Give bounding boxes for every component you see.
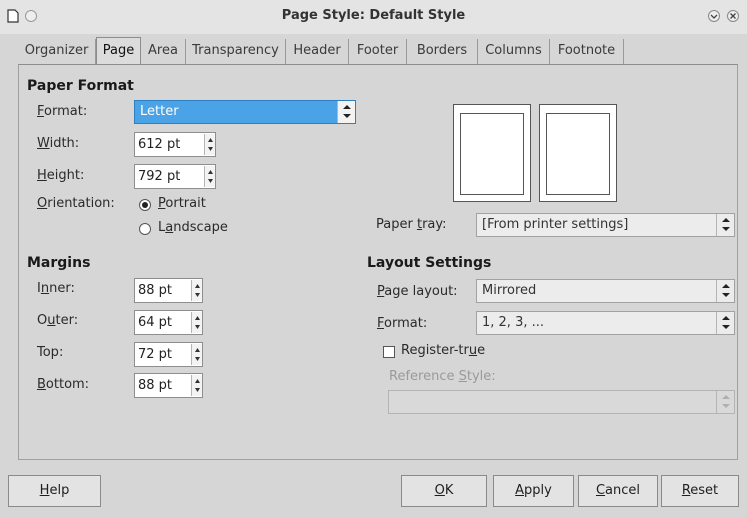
inner-label: Inner: <box>37 281 75 296</box>
tab-footnote[interactable]: Footnote <box>550 39 624 65</box>
format-label: Format: <box>37 104 88 119</box>
updown-arrow-icon <box>716 214 734 236</box>
updown-arrow-icon <box>716 391 734 413</box>
width-label: Width: <box>37 136 80 151</box>
window-title: Page Style: Default Style <box>281 8 466 23</box>
page-layout-value: Mirrored <box>482 283 537 298</box>
page-preview-left <box>453 104 531 202</box>
landscape-radio[interactable] <box>139 223 151 235</box>
format-dropdown[interactable]: Letter <box>134 100 356 124</box>
tab-header[interactable]: Header <box>286 39 349 65</box>
page-layout-label: Page layout: <box>377 284 458 299</box>
margins-heading: Margins <box>27 255 91 271</box>
tab-area[interactable]: Area <box>141 39 186 65</box>
spin-arrows-icon[interactable] <box>191 375 202 396</box>
spin-arrows-icon[interactable] <box>191 280 202 301</box>
reference-style-dropdown[interactable] <box>388 390 735 414</box>
width-value: 612 pt <box>138 137 181 152</box>
top-label: Top: <box>37 345 64 360</box>
layout-settings-heading: Layout Settings <box>367 255 492 271</box>
layout-format-label: Format: <box>377 316 428 331</box>
inner-spinbox[interactable]: 88 pt <box>134 278 203 303</box>
paper-tray-value: [From printer settings] <box>482 217 629 232</box>
updown-arrow-icon <box>716 312 734 334</box>
top-spinbox[interactable]: 72 pt <box>134 342 203 367</box>
updown-arrow-icon <box>337 101 355 123</box>
tab-columns[interactable]: Columns <box>478 39 550 65</box>
apply-button[interactable]: Apply <box>493 475 574 507</box>
width-spinbox[interactable]: 612 pt <box>134 132 216 157</box>
page-preview-right <box>539 104 617 202</box>
portrait-radio[interactable] <box>139 199 151 211</box>
ok-button[interactable]: OK <box>401 475 487 507</box>
spin-arrows-icon[interactable] <box>204 134 215 155</box>
inner-value: 88 pt <box>138 283 173 298</box>
format-value: Letter <box>140 104 179 119</box>
tab-borders[interactable]: Borders <box>407 39 478 65</box>
register-true-label[interactable]: Register-true <box>401 343 485 358</box>
outer-spinbox[interactable]: 64 pt <box>134 310 203 335</box>
top-value: 72 pt <box>138 347 173 362</box>
numbering-format-dropdown[interactable]: 1, 2, 3, ... <box>476 311 735 335</box>
reference-style-label: Reference Style: <box>389 369 496 384</box>
tab-transparency[interactable]: Transparency <box>186 39 286 65</box>
numbering-format-value: 1, 2, 3, ... <box>482 315 545 330</box>
page-layout-dropdown[interactable]: Mirrored <box>476 279 735 303</box>
orientation-label: Orientation: <box>37 196 115 211</box>
paper-tray-dropdown[interactable]: [From printer settings] <box>476 213 735 237</box>
minimize-icon[interactable] <box>707 9 721 23</box>
help-button[interactable]: Help <box>8 475 101 507</box>
tab-page[interactable]: Page <box>96 37 141 65</box>
close-icon[interactable] <box>726 9 740 23</box>
paper-format-heading: Paper Format <box>27 78 134 94</box>
cancel-button[interactable]: Cancel <box>578 475 658 507</box>
spin-arrows-icon[interactable] <box>204 166 215 187</box>
outer-label: Outer: <box>37 313 79 328</box>
height-label: Height: <box>37 168 85 183</box>
landscape-label[interactable]: Landscape <box>158 220 228 235</box>
register-true-checkbox[interactable] <box>383 346 395 358</box>
height-spinbox[interactable]: 792 pt <box>134 164 216 189</box>
tab-footer[interactable]: Footer <box>349 39 407 65</box>
paper-tray-label: Paper tray: <box>376 217 447 232</box>
tab-organizer[interactable]: Organizer <box>18 39 96 65</box>
bottom-label: Bottom: <box>37 377 90 392</box>
height-value: 792 pt <box>138 169 181 184</box>
bottom-value: 88 pt <box>138 378 173 393</box>
outer-value: 64 pt <box>138 315 173 330</box>
spin-arrows-icon[interactable] <box>191 344 202 365</box>
spin-arrows-icon[interactable] <box>191 312 202 333</box>
title-bar: Page Style: Default Style <box>0 0 747 34</box>
reset-button[interactable]: Reset <box>661 475 739 507</box>
bottom-spinbox[interactable]: 88 pt <box>134 373 203 398</box>
updown-arrow-icon <box>716 280 734 302</box>
portrait-label[interactable]: Portrait <box>158 196 206 211</box>
